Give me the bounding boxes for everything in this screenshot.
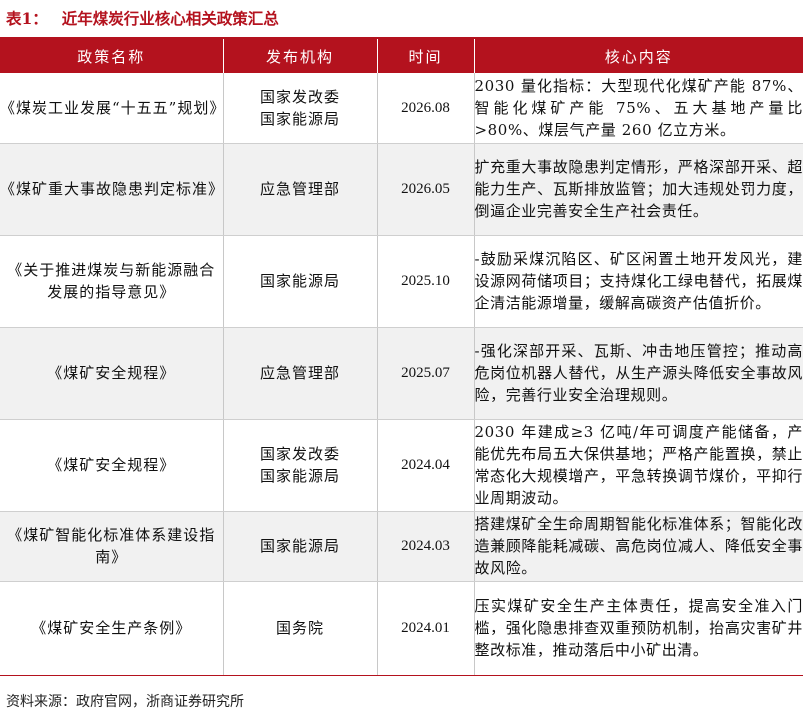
core-content: -鼓励采煤沉陷区、矿区闲置土地开发风光，建设源网荷储项目；支持煤化工绿电替代，拓… bbox=[473, 235, 803, 328]
issuer: 国家发改委 国家能源局 bbox=[222, 419, 377, 512]
header-issuer: 发布机构 bbox=[222, 39, 377, 73]
table-row: 《煤矿重大事故隐患判定标准》 应急管理部 2026.05 扩充重大事故隐患判定情… bbox=[0, 143, 803, 236]
issuer: 国家发改委 国家能源局 bbox=[222, 73, 377, 144]
table-row: 《煤矿安全生产条例》 国务院 2024.01 压实煤矿安全生产主体责任，提高安全… bbox=[0, 581, 803, 676]
policy-name: 《煤矿重大事故隐患判定标准》 bbox=[0, 143, 223, 236]
issuer: 应急管理部 bbox=[222, 327, 377, 420]
core-content: 搭建煤矿全生命周期智能化标准体系；智能化改造兼顾降能耗减碳、高危岗位减人、降低安… bbox=[473, 511, 803, 582]
policy-name: 《煤矿安全生产条例》 bbox=[0, 581, 223, 676]
issue-date: 2025.07 bbox=[376, 327, 474, 420]
issuer: 国家能源局 bbox=[222, 235, 377, 328]
issue-date: 2025.10 bbox=[376, 235, 474, 328]
policy-name: 《煤矿智能化标准体系建设指南》 bbox=[0, 511, 223, 582]
issuer: 国家能源局 bbox=[222, 511, 377, 582]
issue-date: 2024.01 bbox=[376, 581, 474, 676]
issuer-line: 国家发改委 国家能源局 bbox=[259, 87, 340, 128]
table-row: 《煤矿安全规程》 国家发改委 国家能源局 2024.04 2030 年建成≥3 … bbox=[0, 419, 803, 512]
source-note: 资料来源：政府官网，浙商证券研究所 bbox=[6, 694, 244, 710]
table-row: 《煤炭工业发展“十五五”规划》 国家发改委 国家能源局 2026.08 2030… bbox=[0, 73, 803, 144]
core-content: 2030 年建成≥3 亿吨/年可调度产能储备，产能优先布局五大保供基地；严格产能… bbox=[473, 419, 803, 512]
table-row: 《关于推进煤炭与新能源融合发展的指导意见》 国家能源局 2025.10 -鼓励采… bbox=[0, 235, 803, 328]
issue-date: 2024.04 bbox=[376, 419, 474, 512]
issue-date: 2024.03 bbox=[376, 511, 474, 582]
table-row: 《煤矿智能化标准体系建设指南》 国家能源局 2024.03 搭建煤矿全生命周期智… bbox=[0, 511, 803, 582]
policy-name: 《煤炭工业发展“十五五”规划》 bbox=[0, 73, 224, 144]
policy-name: 《关于推进煤炭与新能源融合发展的指导意见》 bbox=[0, 235, 223, 328]
table-row: 《煤矿安全规程》 应急管理部 2025.07 -强化深部开采、瓦斯、冲击地压管控… bbox=[0, 327, 803, 420]
issue-date: 2026.08 bbox=[376, 73, 474, 144]
core-content: 2030 量化指标：大型现代化煤矿产能 87%、智能化煤矿产能 75%、五大基地… bbox=[473, 73, 803, 144]
policy-name: 《煤矿安全规程》 bbox=[0, 327, 223, 420]
core-content: -强化深部开采、瓦斯、冲击地压管控；推动高危岗位机器人替代，从生产源头降低安全事… bbox=[473, 327, 803, 420]
header-date: 时间 bbox=[376, 39, 474, 73]
core-content: 压实煤矿安全生产主体责任，提高安全准入门槛，强化隐患排查双重预防机制，抬高灾害矿… bbox=[473, 581, 803, 676]
header-core-content: 核心内容 bbox=[473, 39, 803, 73]
table-number: 表1： bbox=[6, 9, 48, 28]
table-title: 表1： 近年煤炭行业核心相关政策汇总 bbox=[6, 6, 279, 32]
table-caption: 近年煤炭行业核心相关政策汇总 bbox=[61, 9, 279, 28]
issue-date: 2026.05 bbox=[376, 143, 474, 236]
policy-table: 政策名称 发布机构 时间 核心内容 《煤炭工业发展“十五五”规划》 国家发改委 … bbox=[0, 39, 803, 676]
header-row: 政策名称 发布机构 时间 核心内容 bbox=[0, 39, 803, 73]
core-content: 扩充重大事故隐患判定情形，严格深部开采、超能力生产、瓦斯排放监管；加大违规处罚力… bbox=[473, 143, 803, 236]
header-policy-name: 政策名称 bbox=[0, 39, 223, 73]
policy-name: 《煤矿安全规程》 bbox=[0, 419, 223, 512]
issuer: 应急管理部 bbox=[222, 143, 377, 236]
issuer: 国务院 bbox=[222, 581, 377, 676]
